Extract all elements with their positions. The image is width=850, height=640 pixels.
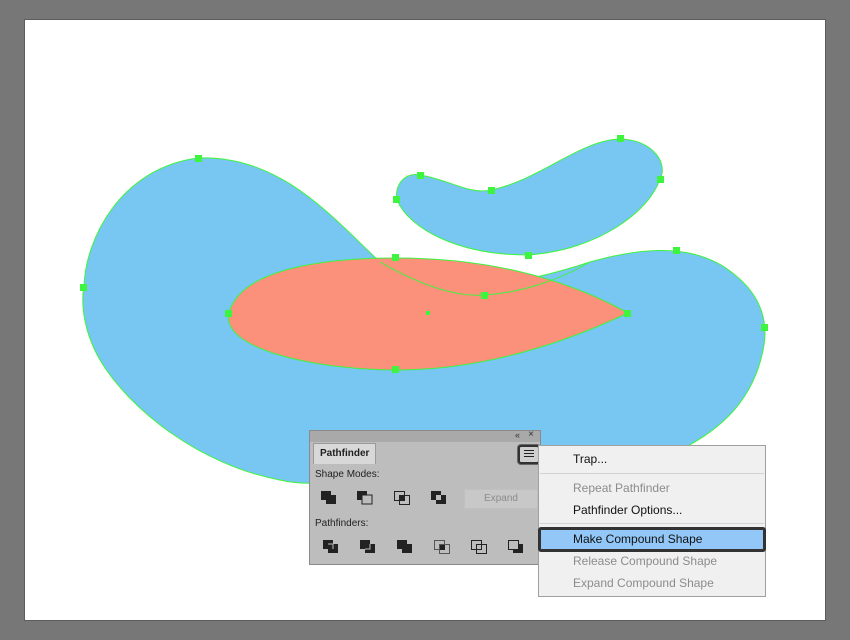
menu-separator: [540, 523, 764, 524]
menu-separator: [540, 473, 764, 474]
outline-icon[interactable]: [471, 540, 487, 554]
anchor-point: [525, 252, 532, 259]
merge-icon[interactable]: [397, 540, 413, 554]
anchor-point: [393, 196, 400, 203]
unite-icon[interactable]: [321, 491, 337, 505]
menu-item-repeat-pathfinder: Repeat Pathfinder: [573, 481, 670, 495]
panel-menu-button[interactable]: [518, 445, 540, 464]
anchor-point: [392, 366, 399, 373]
anchor-point: [761, 324, 768, 331]
anchor-point: [80, 284, 87, 291]
close-icon[interactable]: ×: [528, 429, 534, 440]
minus-back-icon[interactable]: [508, 540, 524, 554]
anchor-point: [657, 176, 664, 183]
trim-icon[interactable]: [360, 540, 376, 554]
panel-title-bar[interactable]: « ×: [310, 429, 540, 442]
divide-icon[interactable]: [323, 540, 339, 554]
pathfinder-panel: « × Pathfinder Shape Modes: Expand Pathf…: [309, 429, 541, 565]
small-blue-shape[interactable]: [396, 138, 663, 256]
menu-item-trap[interactable]: Trap...: [573, 449, 607, 469]
pathfinders-label: Pathfinders:: [315, 518, 369, 529]
anchor-point: [195, 155, 202, 162]
menu-item-pathfinder-options[interactable]: Pathfinder Options...: [573, 500, 682, 520]
intersect-icon[interactable]: [394, 491, 410, 505]
minus-front-icon[interactable]: [357, 491, 373, 505]
crop-icon[interactable]: [434, 540, 450, 554]
center-point: [426, 311, 430, 315]
menu-item-expand-compound-shape: Expand Compound Shape: [573, 576, 714, 590]
collapse-panel-icon[interactable]: «: [515, 430, 520, 440]
tab-pathfinder[interactable]: Pathfinder: [313, 443, 377, 464]
anchor-point: [225, 310, 232, 317]
anchor-point: [617, 135, 624, 142]
exclude-icon[interactable]: [431, 491, 447, 505]
anchor-point: [417, 172, 424, 179]
pathfinder-flyout-menu: Trap... Repeat Pathfinder Pathfinder Opt…: [538, 445, 766, 597]
expand-button: Expand: [464, 489, 538, 509]
hamburger-icon: [524, 450, 534, 451]
shape-modes-label: Shape Modes:: [315, 469, 380, 480]
menu-item-release-compound-shape: Release Compound Shape: [573, 554, 718, 568]
anchor-point: [488, 187, 495, 194]
anchor-point: [673, 247, 680, 254]
anchor-point: [392, 254, 399, 261]
anchor-point: [481, 292, 488, 299]
menu-item-make-compound-shape-label[interactable]: Make Compound Shape: [573, 529, 702, 549]
anchor-point: [624, 310, 631, 317]
